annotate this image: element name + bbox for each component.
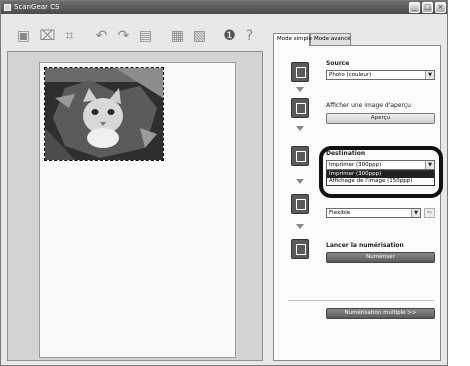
switch-aspect-icon[interactable]: ⇋	[424, 208, 435, 218]
highlight-ring	[319, 146, 443, 198]
scan-icon[interactable]: ▤	[137, 28, 154, 45]
preview-paper	[39, 62, 236, 358]
preview-photo[interactable]	[44, 67, 164, 161]
output-size-icon	[291, 194, 309, 214]
preview-area[interactable]	[7, 51, 263, 361]
flow-arrow-icon	[296, 224, 304, 229]
flow-arrow-icon	[296, 179, 304, 184]
tab-mode-avance[interactable]: Mode avancé	[310, 33, 351, 45]
flow-arrow-icon	[296, 87, 304, 92]
rotate-right-icon[interactable]: ↷	[115, 28, 132, 45]
divider	[288, 300, 434, 301]
thumbnail-icon[interactable]: ▣	[15, 28, 32, 45]
app-icon	[4, 4, 11, 11]
cat-photo	[45, 68, 163, 160]
scan-step-icon	[291, 239, 309, 259]
minimize-button[interactable]: _	[409, 2, 420, 13]
source-icon	[291, 62, 309, 82]
info-icon[interactable]: ❶	[221, 28, 238, 45]
simple-mode-body: Source Photo (couleur) ▼ Afficher une im…	[273, 45, 441, 361]
crop-icon[interactable]: ⌗	[61, 28, 78, 45]
preview-button[interactable]: Aperçu	[326, 113, 435, 124]
scan-label: Lancer la numérisation	[326, 242, 404, 249]
auto-crop-icon[interactable]: ⌧	[39, 28, 56, 45]
maximize-button[interactable]: □	[422, 2, 433, 13]
output-size-value: Flexible	[329, 210, 351, 216]
window-title: ScanGear CS	[14, 3, 60, 11]
preview-step-icon	[291, 98, 309, 118]
tab-mode-simple[interactable]: Mode simple	[273, 33, 312, 46]
chevron-down-icon: ▼	[425, 71, 434, 79]
close-button[interactable]: ×	[435, 2, 446, 13]
chevron-down-icon: ▼	[411, 209, 420, 217]
flow-arrow-icon	[296, 126, 304, 131]
toolbar: ▣ ⌧ ⌗ ↶ ↷ ▤ ▦ ▧ ❶ ?	[1, 21, 269, 51]
source-label: Source	[326, 60, 350, 67]
multi-scan-button[interactable]: Numérisation multiple >>	[326, 308, 435, 319]
deselect-icon[interactable]: ▧	[191, 28, 208, 45]
source-select[interactable]: Photo (couleur) ▼	[326, 70, 435, 80]
scangear-window: ScanGear CS _ □ × ▣ ⌧ ⌗ ↶ ↷ ▤ ▦ ▧ ❶ ? Mo…	[0, 0, 448, 366]
destination-icon	[291, 146, 309, 166]
output-size-select[interactable]: Flexible ▼	[326, 208, 421, 218]
select-all-icon[interactable]: ▦	[169, 28, 186, 45]
preview-label: Afficher une image d'aperçu	[326, 102, 411, 109]
scan-button[interactable]: Numériser	[326, 252, 435, 263]
source-value: Photo (couleur)	[329, 72, 372, 78]
help-icon[interactable]: ?	[241, 28, 258, 45]
title-bar: ScanGear CS _ □ ×	[1, 1, 447, 14]
rotate-left-icon[interactable]: ↶	[93, 28, 110, 45]
